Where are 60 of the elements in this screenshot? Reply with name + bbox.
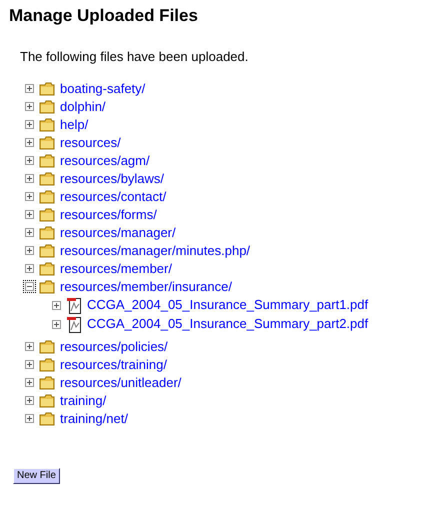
folder-icon <box>39 82 55 96</box>
expand-toggle-icon[interactable] <box>25 360 34 369</box>
folder-link[interactable]: resources/member/ <box>60 260 172 276</box>
folder-link[interactable]: resources/unitleader/ <box>60 374 182 390</box>
folder-icon <box>39 244 55 258</box>
expand-toggle-icon[interactable] <box>25 84 34 93</box>
folder-icon <box>39 154 55 168</box>
expand-toggle-icon[interactable] <box>25 246 34 255</box>
expand-toggle-icon[interactable] <box>25 342 34 351</box>
pdf-file-icon <box>66 296 82 314</box>
folder-link[interactable]: training/net/ <box>60 410 128 426</box>
folder-link[interactable]: resources/contact/ <box>60 188 166 204</box>
folder-icon <box>39 136 55 150</box>
folder-link[interactable]: resources/manager/ <box>60 224 176 240</box>
folder-link[interactable]: resources/manager/minutes.php/ <box>60 242 250 258</box>
intro-text: The following files have been uploaded. <box>20 48 248 66</box>
folder-link[interactable]: resources/policies/ <box>60 338 168 354</box>
folder-icon <box>39 376 55 390</box>
expand-toggle-icon[interactable] <box>25 396 34 405</box>
folder-link[interactable]: training/ <box>60 392 106 408</box>
folder-icon <box>39 100 55 114</box>
folder-link[interactable]: dolphin/ <box>60 98 106 114</box>
expand-toggle-icon[interactable] <box>25 414 34 423</box>
expand-toggle-icon[interactable] <box>25 378 34 387</box>
folder-icon <box>39 262 55 276</box>
folder-link[interactable]: boating-safety/ <box>60 80 146 96</box>
folder-icon <box>39 358 55 372</box>
folder-link[interactable]: resources/training/ <box>60 356 167 372</box>
expand-toggle-icon[interactable] <box>52 300 61 310</box>
expand-toggle-icon[interactable] <box>52 320 61 328</box>
folder-link[interactable]: resources/ <box>60 134 121 150</box>
expand-toggle-icon[interactable] <box>25 102 34 111</box>
folder-link[interactable]: resources/forms/ <box>60 206 157 222</box>
file-link[interactable]: CCGA_2004_05_Insurance_Summary_part2.pdf <box>87 316 368 332</box>
folder-icon <box>39 412 55 426</box>
expand-toggle-icon[interactable] <box>25 228 34 237</box>
pdf-file-icon <box>66 316 82 332</box>
expand-toggle-icon[interactable] <box>25 210 34 219</box>
expand-toggle-icon[interactable] <box>25 138 34 147</box>
folder-link[interactable]: resources/bylaws/ <box>60 170 164 186</box>
expand-toggle-icon[interactable] <box>25 120 34 129</box>
folder-link[interactable]: resources/agm/ <box>60 152 150 168</box>
expand-toggle-icon[interactable] <box>25 174 34 183</box>
folder-icon <box>39 118 55 132</box>
folder-icon <box>39 394 55 408</box>
folder-icon <box>39 172 55 186</box>
folder-link[interactable]: resources/member/insurance/ <box>60 278 232 294</box>
folder-icon <box>39 280 55 294</box>
expand-toggle-icon[interactable] <box>25 156 34 165</box>
folder-icon <box>39 226 55 240</box>
folder-link[interactable]: help/ <box>60 116 88 132</box>
new-file-button[interactable]: New File <box>13 468 60 484</box>
folder-icon <box>39 190 55 204</box>
file-link[interactable]: CCGA_2004_05_Insurance_Summary_part1.pdf <box>87 297 368 313</box>
folder-icon <box>39 340 55 354</box>
expand-toggle-icon[interactable] <box>25 264 34 273</box>
folder-icon <box>39 208 55 222</box>
collapse-toggle-icon[interactable] <box>25 282 34 291</box>
expand-toggle-icon[interactable] <box>25 192 34 201</box>
page-title: Manage Uploaded Files <box>9 5 198 27</box>
